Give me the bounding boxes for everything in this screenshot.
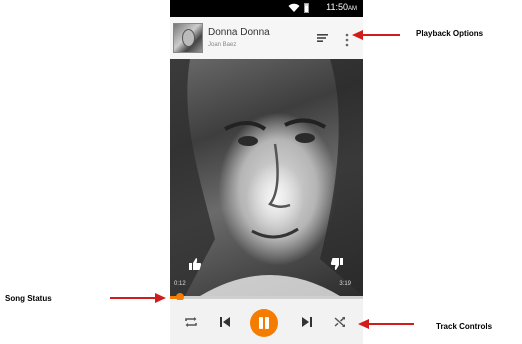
track-controls bbox=[170, 300, 363, 344]
queue-icon[interactable] bbox=[317, 32, 329, 44]
status-bar: 11:50AM bbox=[170, 0, 363, 17]
track-controls-label: Track Controls bbox=[436, 322, 493, 331]
thumb-up-icon[interactable] bbox=[188, 257, 202, 271]
status-time: 11:50AM bbox=[326, 2, 357, 12]
thumb-down-icon[interactable] bbox=[330, 257, 344, 271]
playback-options-arrow bbox=[352, 30, 400, 40]
song-progress-bar[interactable] bbox=[170, 293, 363, 301]
pause-icon bbox=[259, 317, 263, 329]
elapsed-time: 0:12 bbox=[174, 281, 186, 287]
pause-icon-bar bbox=[265, 317, 269, 329]
phone-screen: 11:50AM Donna Donna Joan Baez 0:12 3:19 bbox=[170, 0, 363, 344]
battery-icon bbox=[304, 3, 309, 13]
shuffle-icon[interactable] bbox=[334, 316, 346, 328]
song-artist: Joan Baez bbox=[208, 42, 237, 48]
song-status-label: Song Status bbox=[5, 294, 52, 303]
album-art-thumbnail[interactable] bbox=[173, 23, 203, 53]
wifi-icon bbox=[288, 3, 300, 12]
track-controls-arrow bbox=[358, 319, 414, 329]
playback-options-label: Playback Options bbox=[416, 29, 484, 38]
total-time: 3:19 bbox=[339, 281, 351, 287]
now-playing-header: Donna Donna Joan Baez bbox=[170, 17, 363, 60]
song-status-arrow bbox=[110, 293, 166, 303]
song-title: Donna Donna bbox=[208, 27, 270, 38]
skip-next-icon[interactable] bbox=[301, 316, 313, 328]
pause-button[interactable] bbox=[250, 309, 278, 337]
more-vertical-icon[interactable] bbox=[344, 33, 350, 47]
skip-previous-icon[interactable] bbox=[219, 316, 231, 328]
repeat-icon[interactable] bbox=[184, 316, 198, 328]
